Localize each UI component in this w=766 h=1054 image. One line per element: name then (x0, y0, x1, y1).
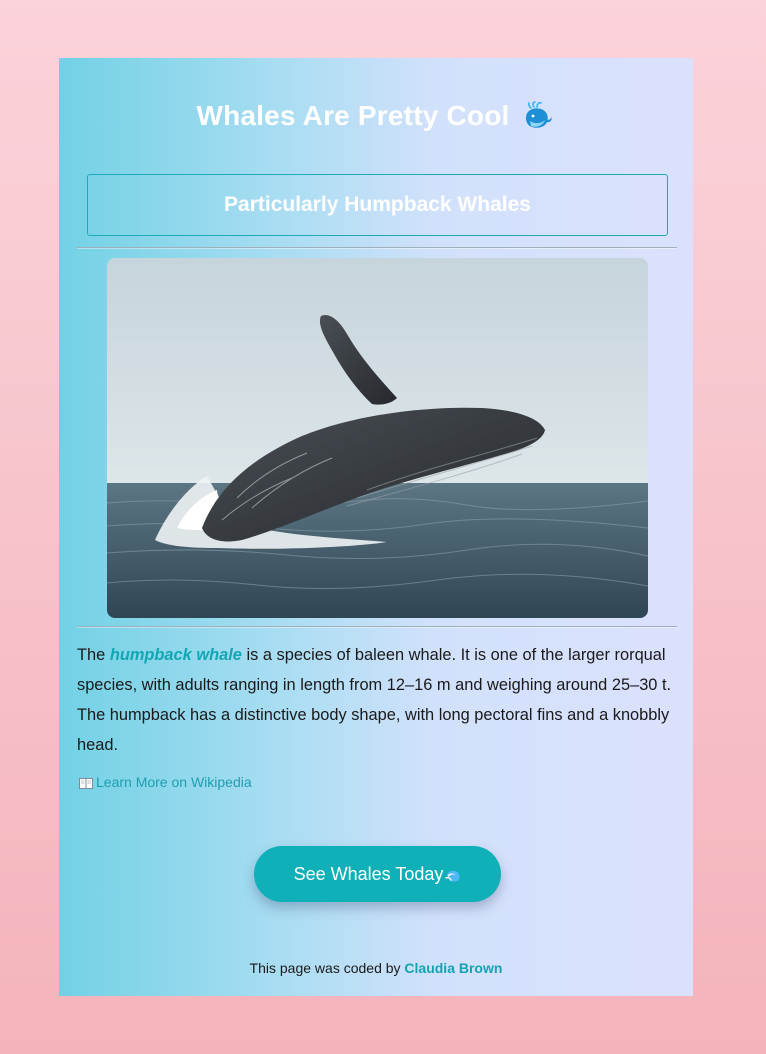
humpback-whale-photo (107, 258, 648, 618)
description-prefix: The (77, 646, 110, 664)
divider-top (77, 247, 677, 248)
whale-description: The humpback whale is a species of balee… (77, 640, 679, 760)
page-title: Whales Are Pretty Cool (59, 100, 693, 132)
wikipedia-link-label: Learn More on Wikipedia (96, 774, 252, 790)
page-title-text: Whales Are Pretty Cool (196, 100, 510, 131)
description-highlight: humpback whale (109, 646, 242, 664)
water-wave-icon (445, 867, 461, 882)
open-book-icon (79, 776, 93, 789)
see-whales-today-label: See Whales Today (293, 863, 444, 884)
footer-text: This page was coded by (249, 960, 405, 976)
page-footer: This page was coded by Claudia Brown (59, 960, 693, 976)
wikipedia-link[interactable]: Learn More on Wikipedia (79, 774, 252, 790)
content-card: Whales Are Pretty Cool Particularly Hump… (59, 58, 693, 996)
see-whales-today-button[interactable]: See Whales Today (254, 846, 501, 902)
subtitle-banner: Particularly Humpback Whales (87, 174, 668, 236)
subtitle-text: Particularly Humpback Whales (224, 193, 531, 216)
divider-bottom (77, 626, 677, 627)
author-name: Claudia Brown (404, 960, 503, 976)
spouting-whale-icon (521, 101, 555, 131)
